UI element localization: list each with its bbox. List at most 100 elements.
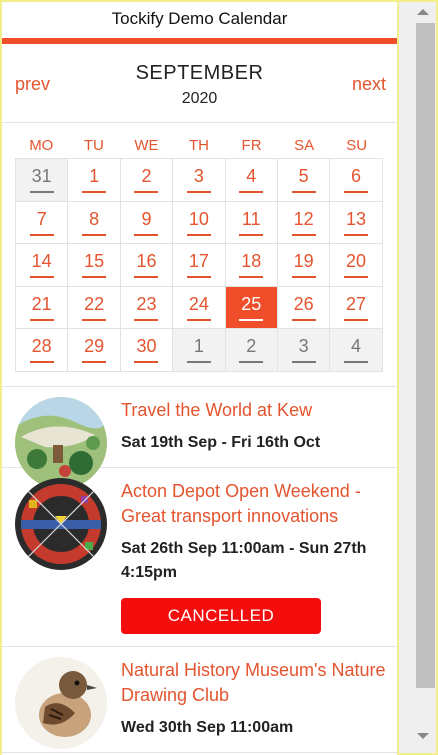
day-number: 16 <box>136 251 157 272</box>
day-number: 2 <box>141 166 152 187</box>
calendar-day[interactable]: 18 <box>225 244 278 287</box>
calendar-day[interactable]: 9 <box>120 201 174 244</box>
day-underline <box>239 233 264 236</box>
day-underline <box>344 318 369 321</box>
day-number: 10 <box>188 208 209 229</box>
day-number: 1 <box>193 336 204 357</box>
day-underline <box>291 191 316 194</box>
day-underline <box>186 318 211 321</box>
next-month-link[interactable]: next <box>352 74 386 95</box>
day-number: 24 <box>188 293 209 314</box>
calendar-day[interactable]: 10 <box>173 201 226 244</box>
calendar-day[interactable]: 26 <box>277 286 331 329</box>
calendar-day[interactable]: 28 <box>16 329 69 372</box>
day-underline <box>239 361 264 364</box>
calendar-day-today[interactable]: 25 <box>225 286 278 329</box>
event-title[interactable]: Natural History Museum's Nature Drawing … <box>121 658 387 708</box>
day-number: 13 <box>346 208 367 229</box>
calendar-day[interactable]: 1 <box>173 329 226 372</box>
calendar-day[interactable]: 13 <box>330 201 383 244</box>
calendar-grid: 31 1 2 3 4 5 6 7 8 9 10 11 12 13 14 15 16 17 18 19 20 21 22 23 2… <box>15 158 383 372</box>
day-number: 28 <box>31 336 52 357</box>
day-underline <box>239 276 264 279</box>
day-underline <box>291 361 316 364</box>
calendar-day[interactable]: 15 <box>68 244 121 287</box>
calendar-day[interactable]: 31 <box>16 159 69 202</box>
day-number: 17 <box>188 251 209 272</box>
event-image-acton <box>15 477 107 570</box>
day-number: 6 <box>351 166 362 187</box>
calendar-day[interactable]: 24 <box>173 286 226 329</box>
day-underline <box>186 276 211 279</box>
calendar-day[interactable]: 3 <box>277 329 331 372</box>
event-time: Sat 26th Sep 11:00am - Sun 27th 4:15pm <box>121 539 367 581</box>
calendar-day[interactable]: 1 <box>68 159 121 202</box>
day-underline <box>29 361 54 364</box>
calendar-day[interactable]: 4 <box>330 329 383 372</box>
calendar-day[interactable]: 6 <box>330 159 383 202</box>
day-number: 2 <box>246 336 257 357</box>
day-underline <box>186 191 211 194</box>
year-label: 2020 <box>181 90 218 107</box>
calendar-title: Tockify Demo Calendar <box>111 9 288 28</box>
calendar-day[interactable]: 27 <box>330 286 383 329</box>
day-underline <box>291 233 316 236</box>
calendar-day[interactable]: 14 <box>16 244 69 287</box>
day-number: 22 <box>84 293 105 314</box>
event-item[interactable]: Natural History Museum's Nature Drawing … <box>2 647 397 753</box>
month-navigation: prev SEPTEMBER 2020 next <box>2 44 397 123</box>
calendar-day[interactable]: 2 <box>120 159 174 202</box>
event-time: Wed 30th Sep 11:00am <box>121 718 294 736</box>
day-underline <box>82 191 107 194</box>
day-number: 12 <box>293 208 314 229</box>
calendar-day[interactable]: 11 <box>225 201 278 244</box>
day-underline <box>82 318 107 321</box>
calendar-day[interactable]: 21 <box>16 286 69 329</box>
event-list: Travel the World at Kew Sat 19th Sep - F… <box>2 385 397 753</box>
calendar-day[interactable]: 17 <box>173 244 226 287</box>
calendar-day[interactable]: 22 <box>68 286 121 329</box>
day-underline <box>134 318 159 321</box>
scrollbar[interactable] <box>397 0 438 755</box>
calendar-day[interactable]: 12 <box>277 201 331 244</box>
calendar-day[interactable]: 8 <box>68 201 121 244</box>
calendar-day[interactable]: 3 <box>173 159 226 202</box>
day-underline <box>291 318 316 321</box>
weekday-label: SA <box>294 137 315 154</box>
day-number: 21 <box>31 293 52 314</box>
day-underline <box>134 191 159 194</box>
day-underline <box>186 233 211 236</box>
calendar-day[interactable]: 29 <box>68 329 121 372</box>
day-number: 31 <box>31 166 52 187</box>
day-number: 11 <box>241 208 261 229</box>
weekday-label: TU <box>83 137 104 154</box>
day-underline <box>239 318 264 321</box>
day-underline <box>29 191 54 194</box>
day-number: 25 <box>241 293 262 314</box>
cancelled-badge: CANCELLED <box>121 597 321 634</box>
scroll-up-arrow-icon[interactable] <box>417 9 429 15</box>
calendar-day[interactable]: 20 <box>330 244 383 287</box>
event-item[interactable]: Travel the World at Kew Sat 19th Sep - F… <box>2 387 397 489</box>
calendar-widget: Tockify Demo Calendar prev SEPTEMBER 202… <box>2 2 397 755</box>
day-number: 7 <box>36 208 47 229</box>
event-item[interactable]: Acton Depot Open Weekend - Great transpo… <box>2 468 397 647</box>
scrollbar-thumb[interactable] <box>416 23 435 688</box>
day-number: 3 <box>193 166 204 187</box>
calendar-day[interactable]: 16 <box>120 244 174 287</box>
calendar-day[interactable]: 23 <box>120 286 174 329</box>
day-number: 30 <box>136 336 157 357</box>
calendar-day[interactable]: 19 <box>277 244 331 287</box>
calendar-day[interactable]: 4 <box>225 159 278 202</box>
weekday-label: FR <box>241 137 262 154</box>
event-title[interactable]: Acton Depot Open Weekend - Great transpo… <box>121 479 387 529</box>
calendar-day[interactable]: 2 <box>225 329 278 372</box>
calendar-day[interactable]: 7 <box>16 201 69 244</box>
weekday-label: SU <box>346 137 368 154</box>
calendar-day[interactable]: 30 <box>120 329 174 372</box>
day-underline <box>134 233 159 236</box>
event-title[interactable]: Travel the World at Kew <box>121 398 387 423</box>
calendar-day[interactable]: 5 <box>277 159 331 202</box>
day-underline <box>186 361 211 364</box>
scroll-down-arrow-icon[interactable] <box>417 733 429 739</box>
